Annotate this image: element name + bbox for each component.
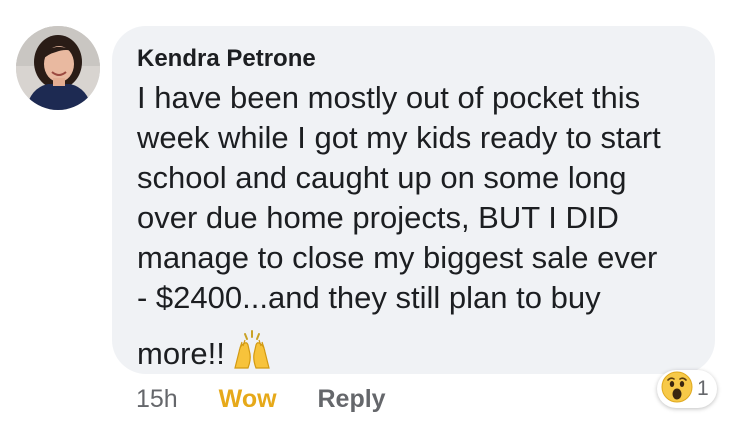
comment-line-final: more!! [137, 330, 685, 380]
avatar[interactable] [16, 26, 100, 110]
comment-line: - $2400...and they still plan to buy [137, 280, 601, 315]
reply-button[interactable]: Reply [318, 385, 386, 413]
comment-timestamp[interactable]: 15h [136, 385, 178, 413]
raising-hands-icon [231, 330, 273, 380]
comment-actions: 15h Wow Reply [136, 384, 386, 414]
comment-line: I have been mostly out of pocket this [137, 80, 641, 115]
comment-bubble: Kendra Petrone I have been mostly out of… [112, 26, 715, 374]
comment-line: school and caught up on some long [137, 160, 627, 195]
reaction-wow-button[interactable]: Wow [219, 385, 277, 413]
profile-photo [16, 26, 100, 110]
wow-face-icon [661, 371, 693, 408]
comment-line: week while I got my kids ready to start [137, 120, 661, 155]
comment-text: I have been mostly out of pocket this we… [137, 78, 685, 380]
reaction-summary[interactable]: 1 [657, 370, 717, 408]
comment-author[interactable]: Kendra Petrone [137, 44, 685, 74]
comment-line: manage to close my biggest sale ever [137, 240, 658, 275]
comment-container: Kendra Petrone I have been mostly out of… [0, 0, 743, 441]
comment-line: over due home projects, BUT I DID [137, 200, 619, 235]
comment-line: more!! [137, 336, 225, 371]
reaction-count: 1 [697, 377, 709, 400]
